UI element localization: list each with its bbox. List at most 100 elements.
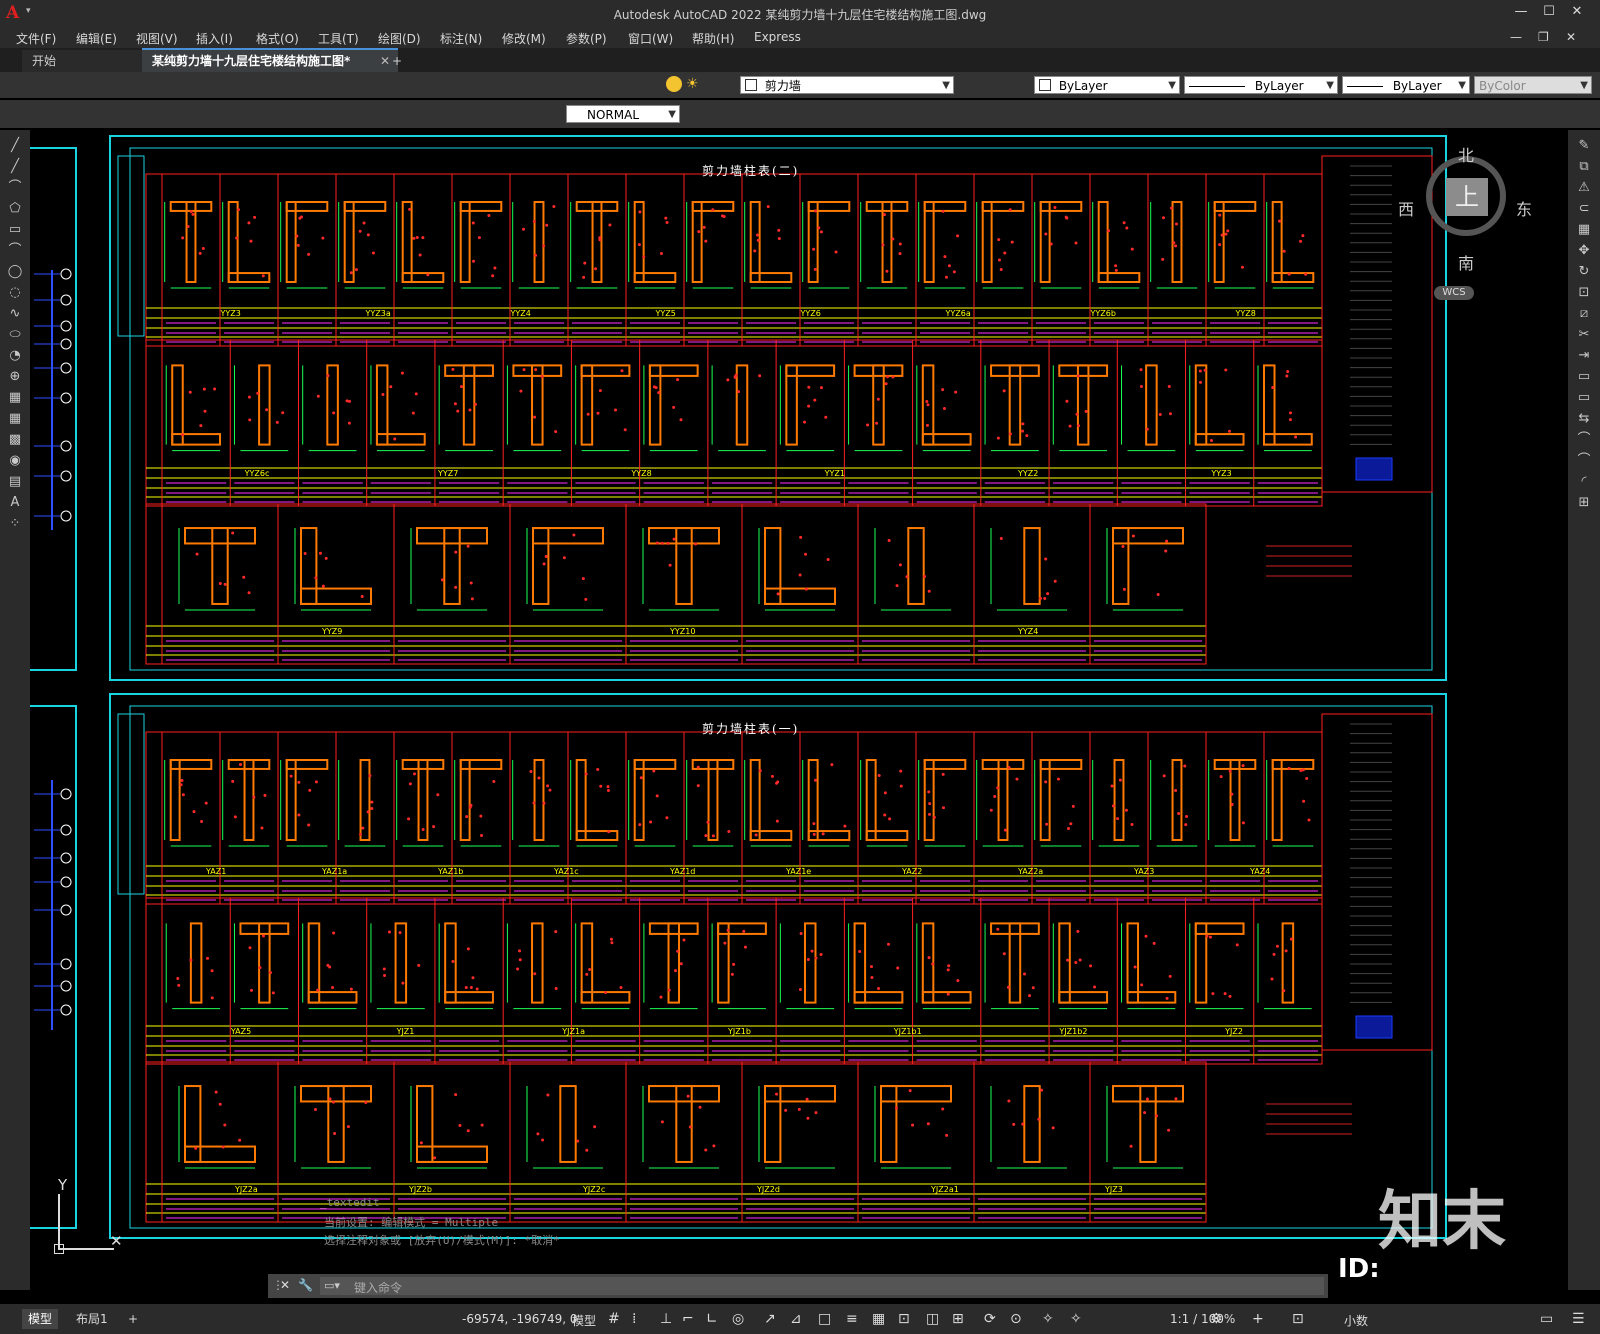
modify-tool-4-icon[interactable]: ⊂ [1576, 201, 1592, 217]
draw-tool-7-icon[interactable]: ◯ [7, 264, 23, 280]
modify-tool-14-icon[interactable]: ⇆ [1576, 411, 1592, 427]
status-toggle-2-icon[interactable]: ⁞ [632, 1311, 636, 1327]
menu-view[interactable]: 视图(V) [136, 30, 178, 47]
status-toggle-23-icon[interactable]: ☰ [1572, 1311, 1585, 1327]
modify-tool-6-icon[interactable]: ✥ [1576, 243, 1592, 259]
menu-draw[interactable]: 绘图(D) [378, 30, 421, 47]
draw-tool-11-icon[interactable]: ◔ [7, 348, 23, 364]
status-toggle-16-icon[interactable]: ⊙ [1010, 1311, 1022, 1327]
layer-freeze-icon[interactable]: ☀ [686, 76, 702, 92]
modify-tool-5-icon[interactable]: ▦ [1576, 222, 1592, 238]
menu-edit[interactable]: 编辑(E) [76, 30, 117, 47]
modify-tool-11-icon[interactable]: ⇥ [1576, 348, 1592, 364]
viewcube[interactable]: 上 北 南 东 西 WCS [1398, 142, 1532, 300]
command-recent-icon[interactable]: ▭▾ [324, 1279, 340, 1292]
modify-tool-12-icon[interactable]: ▭ [1576, 369, 1592, 385]
viewcube-south[interactable]: 南 [1458, 250, 1474, 274]
dimstyle-dropdown[interactable]: NORMAL ▼ [566, 105, 680, 123]
draw-tool-8-icon[interactable]: ◌ [7, 285, 23, 301]
units-display[interactable]: 小数 [1344, 1312, 1368, 1329]
menu-tools[interactable]: 工具(T) [318, 30, 359, 47]
status-toggle-20-icon[interactable]: + [1252, 1311, 1264, 1327]
status-toggle-6-icon[interactable]: ◎ [732, 1311, 744, 1327]
draw-tool-9-icon[interactable]: ∿ [7, 306, 23, 322]
tab-start[interactable]: 开始 [22, 50, 160, 72]
modify-tool-1-icon[interactable]: ✎ [1576, 138, 1592, 154]
wcs-menu[interactable]: WCS [1434, 286, 1474, 300]
status-toggle-15-icon[interactable]: ⟳ [984, 1311, 996, 1327]
modify-tool-15-icon[interactable]: ⌒ [1576, 432, 1592, 448]
modify-tool-13-icon[interactable]: ▭ [1576, 390, 1592, 406]
draw-tool-10-icon[interactable]: ⬭ [7, 327, 23, 343]
command-customize-icon[interactable]: 🔧 [298, 1278, 313, 1292]
draw-tool-12-icon[interactable]: ⊕ [7, 369, 23, 385]
status-toggle-22-icon[interactable]: ▭ [1540, 1311, 1553, 1327]
status-toggle-5-icon[interactable]: ∟ [706, 1311, 718, 1327]
modify-tool-10-icon[interactable]: ✂ [1576, 327, 1592, 343]
draw-tool-6-icon[interactable]: ⌒ [7, 243, 23, 259]
draw-tool-2-icon[interactable]: ╱ [7, 159, 23, 175]
draw-tool-13-icon[interactable]: ▦ [7, 390, 23, 406]
status-toggle-21-icon[interactable]: ⊡ [1292, 1311, 1304, 1327]
draw-tool-18-icon[interactable]: A [7, 495, 23, 511]
status-toggle-7-icon[interactable]: ↗ [764, 1311, 776, 1327]
layer-on-icon[interactable] [666, 76, 682, 92]
command-input[interactable]: ▭▾ 键入命令 [320, 1277, 1324, 1295]
color-dropdown[interactable]: ByLayer ▼ [1034, 76, 1180, 94]
modify-tool-18-icon[interactable]: ⊞ [1576, 495, 1592, 511]
menu-format[interactable]: 格式(O) [256, 30, 299, 47]
menu-express[interactable]: Express [754, 30, 801, 44]
modify-tool-2-icon[interactable]: ⧉ [1576, 159, 1592, 175]
draw-tool-3-icon[interactable]: ⌒ [7, 180, 23, 196]
status-toggle-13-icon[interactable]: ◫ [926, 1311, 939, 1327]
linetype-dropdown[interactable]: ByLayer ▼ [1184, 76, 1338, 94]
draw-tool-16-icon[interactable]: ◉ [7, 453, 23, 469]
modify-tool-3-icon[interactable]: ⚠ [1576, 180, 1592, 196]
minimize-icon[interactable]: — [1510, 4, 1532, 22]
modify-tool-17-icon[interactable]: ◜ [1576, 474, 1592, 490]
draw-tool-14-icon[interactable]: ▦ [7, 411, 23, 427]
coordinate-readout[interactable]: -69574, -196749, 0 [462, 1312, 578, 1326]
menu-window[interactable]: 窗口(W) [628, 30, 673, 47]
model-space-toggle[interactable]: 模型 [572, 1312, 596, 1329]
layer-dropdown[interactable]: 剪力墙 ▼ [740, 76, 954, 94]
modify-tool-8-icon[interactable]: ⊡ [1576, 285, 1592, 301]
drawing-canvas[interactable]: YYZ3 YYZ3a YYZ4 YYZ5 YYZ6 YYZ6a YYZ6b YYZ8 YYZ6c… [30, 130, 1568, 1280]
status-toggle-14-icon[interactable]: ⊞ [952, 1311, 964, 1327]
status-toggle-1-icon[interactable]: # [608, 1311, 620, 1327]
command-close-icon[interactable]: ✕ [280, 1278, 290, 1292]
doc-close-icon[interactable]: ✕ [1566, 30, 1576, 44]
modify-tool-16-icon[interactable]: ⌒ [1576, 453, 1592, 469]
layout-tab-layout1[interactable]: 布局1 [70, 1309, 114, 1329]
layout-tab-model[interactable]: 模型 [22, 1309, 59, 1329]
doc-restore-icon[interactable]: ❐ [1538, 30, 1549, 44]
status-toggle-3-icon[interactable]: ⊥ [660, 1311, 672, 1327]
status-toggle-9-icon[interactable]: □ [818, 1311, 831, 1327]
draw-tool-4-icon[interactable]: ⬠ [7, 201, 23, 217]
status-toggle-12-icon[interactable]: ⊡ [898, 1311, 910, 1327]
viewcube-north[interactable]: 北 [1458, 142, 1474, 166]
menu-dimension[interactable]: 标注(N) [440, 30, 482, 47]
menu-insert[interactable]: 插入(I) [196, 30, 233, 47]
viewcube-east[interactable]: 东 [1516, 196, 1532, 220]
menu-help[interactable]: 帮助(H) [692, 30, 734, 47]
menu-modify[interactable]: 修改(M) [502, 30, 546, 47]
maximize-icon[interactable]: ☐ [1538, 4, 1560, 22]
modify-tool-9-icon[interactable]: ⧄ [1576, 306, 1592, 322]
status-toggle-18-icon[interactable]: ✧ [1070, 1311, 1082, 1327]
tab-drawing[interactable]: 某纯剪力墙十九层住宅楼结构施工图* ✕ [142, 48, 398, 72]
lineweight-dropdown[interactable]: ByLayer ▼ [1342, 76, 1470, 94]
doc-minimize-icon[interactable]: — [1510, 30, 1522, 44]
draw-tool-1-icon[interactable]: ╱ [7, 138, 23, 154]
close-icon[interactable]: ✕ [1566, 4, 1588, 22]
status-toggle-11-icon[interactable]: ▦ [872, 1311, 885, 1327]
layout-tab-add[interactable]: + [122, 1309, 144, 1329]
annotation-scale[interactable]: 1:1 / 100% [1170, 1312, 1235, 1326]
status-toggle-8-icon[interactable]: ⊿ [790, 1311, 802, 1327]
draw-tool-15-icon[interactable]: ▩ [7, 432, 23, 448]
modify-tool-7-icon[interactable]: ↻ [1576, 264, 1592, 280]
status-toggle-17-icon[interactable]: ✧ [1042, 1311, 1054, 1327]
plotstyle-dropdown[interactable]: ByColor ▼ [1474, 76, 1592, 94]
draw-tool-17-icon[interactable]: ▤ [7, 474, 23, 490]
draw-tool-5-icon[interactable]: ▭ [7, 222, 23, 238]
